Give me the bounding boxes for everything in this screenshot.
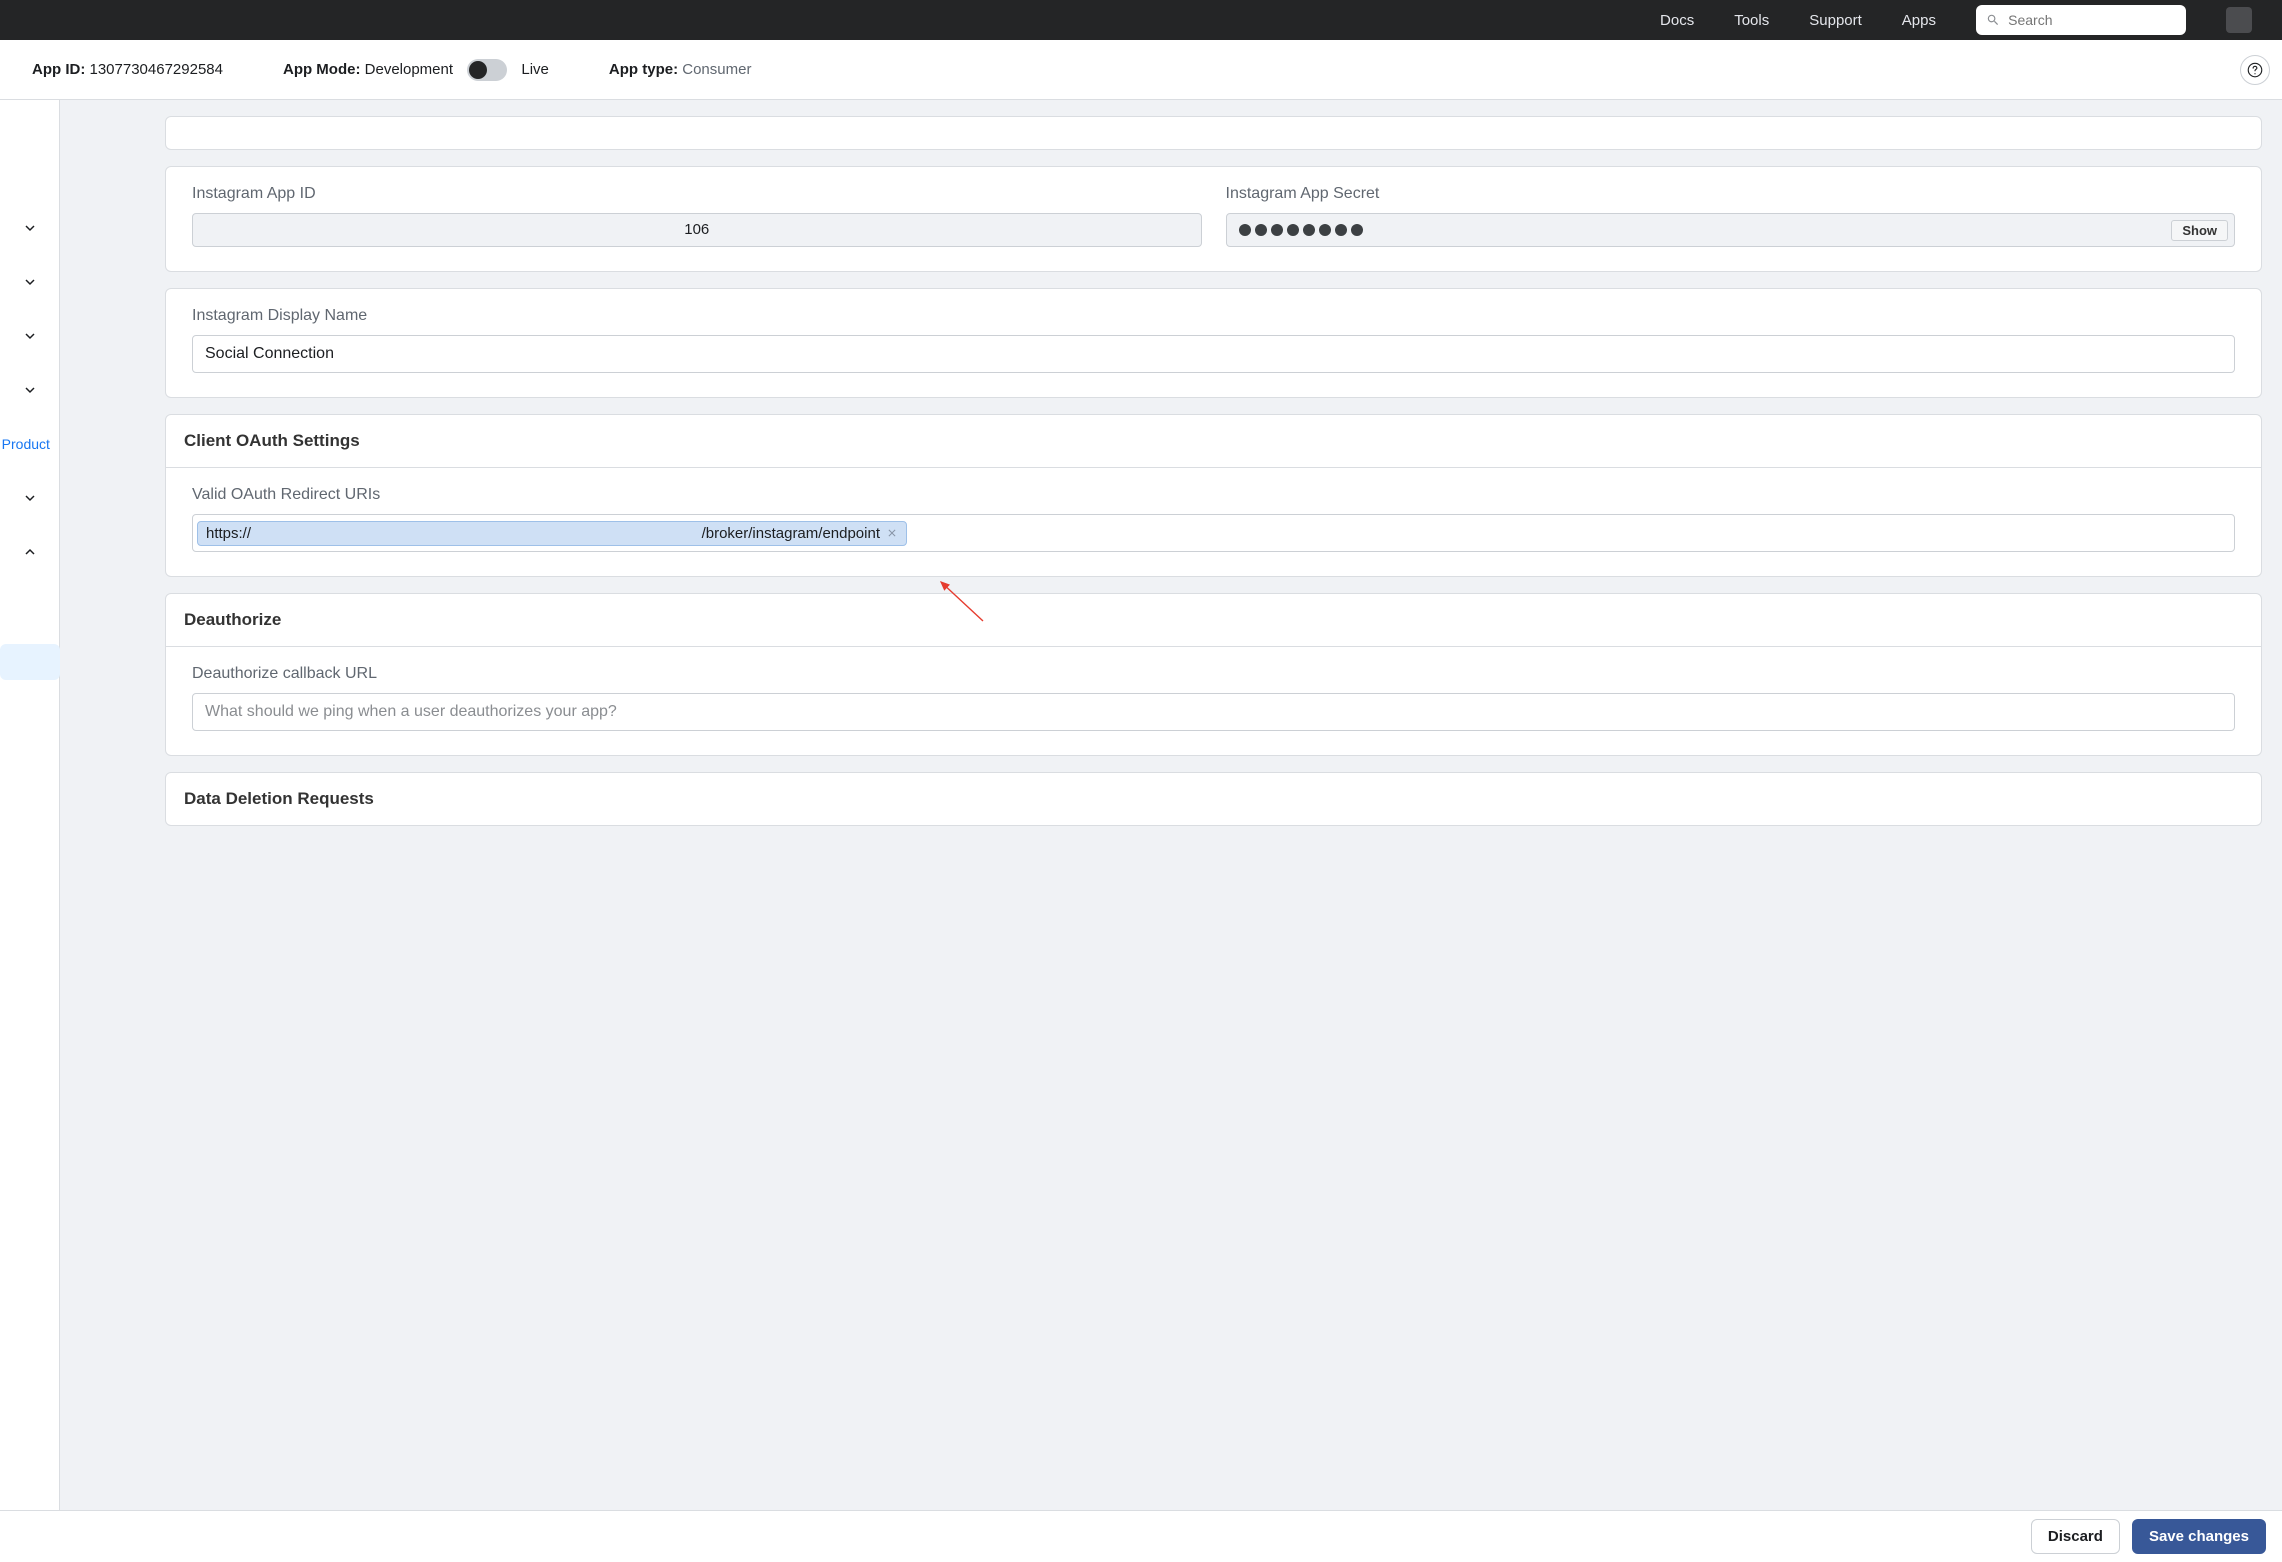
- data-deletion-title: Data Deletion Requests: [166, 773, 2261, 825]
- sidebar: d Product: [0, 100, 60, 1562]
- chevron-down-icon: [26, 334, 34, 338]
- nav-docs[interactable]: Docs: [1660, 12, 1694, 29]
- app-mode-toggle[interactable]: [467, 59, 507, 81]
- sidebar-active-item[interactable]: [0, 644, 60, 680]
- search-icon: [1986, 12, 2000, 28]
- chevron-up-icon: [26, 550, 34, 554]
- app-id-label: App ID:: [32, 61, 85, 78]
- deauthorize-title: Deauthorize: [166, 594, 2261, 647]
- ig-display-name-input[interactable]: [192, 335, 2235, 373]
- sidebar-item-2[interactable]: [22, 274, 38, 290]
- deauthorize-card: Deauthorize Deauthorize callback URL: [165, 593, 2262, 756]
- save-button[interactable]: Save changes: [2132, 1519, 2266, 1554]
- discard-button[interactable]: Discard: [2031, 1519, 2120, 1554]
- nav-tools[interactable]: Tools: [1734, 12, 1769, 29]
- app-mode-label: App Mode:: [283, 60, 360, 77]
- top-nav: Docs Tools Support Apps: [0, 0, 2282, 40]
- add-product-link[interactable]: d Product: [0, 436, 50, 452]
- ig-display-name-card: Instagram Display Name: [165, 288, 2262, 398]
- show-secret-button[interactable]: Show: [2171, 220, 2228, 241]
- app-info-bar: App ID: 1307730467292584 App Mode: Devel…: [0, 40, 2282, 100]
- instagram-app-card: Instagram App ID 106 Instagram App Secre…: [165, 166, 2262, 272]
- oauth-redirect-input[interactable]: https:// /broker/instagram/endpoint: [192, 514, 2235, 552]
- card-strip: [165, 116, 2262, 150]
- help-icon: [2246, 61, 2264, 79]
- nav-apps[interactable]: Apps: [1902, 12, 1936, 29]
- search-box[interactable]: [1976, 5, 2186, 35]
- ig-app-id-label: Instagram App ID: [192, 185, 1202, 203]
- oauth-redirect-token[interactable]: https:// /broker/instagram/endpoint: [197, 521, 907, 546]
- sidebar-item-3[interactable]: [22, 328, 38, 344]
- app-type-label: App type:: [609, 61, 678, 78]
- sidebar-item-6[interactable]: [22, 544, 38, 560]
- ig-app-id-value: 106: [192, 213, 1202, 247]
- search-input[interactable]: [2008, 12, 2176, 28]
- oauth-redirect-label: Valid OAuth Redirect URIs: [192, 486, 2235, 504]
- ig-display-name-label: Instagram Display Name: [192, 307, 2235, 325]
- footer-bar: Discard Save changes: [0, 1510, 2282, 1562]
- chevron-down-icon: [26, 280, 34, 284]
- chevron-down-icon: [26, 226, 34, 230]
- sidebar-item-1[interactable]: [22, 220, 38, 236]
- sidebar-item-5[interactable]: [22, 490, 38, 506]
- close-icon[interactable]: [886, 527, 898, 539]
- app-id-value: 1307730467292584: [90, 61, 223, 78]
- app-mode-live: Live: [521, 60, 549, 77]
- main-panel: Instagram App ID 106 Instagram App Secre…: [60, 100, 2282, 1562]
- app-mode-value: Development: [365, 60, 453, 77]
- chevron-down-icon: [26, 496, 34, 500]
- data-deletion-card: Data Deletion Requests: [165, 772, 2262, 826]
- deauth-callback-label: Deauthorize callback URL: [192, 665, 2235, 683]
- token-prefix: https://: [206, 525, 251, 542]
- deauth-callback-input[interactable]: [192, 693, 2235, 731]
- sidebar-item-4[interactable]: [22, 382, 38, 398]
- token-suffix: /broker/instagram/endpoint: [702, 525, 880, 542]
- client-oauth-card: Client OAuth Settings Valid OAuth Redire…: [165, 414, 2262, 577]
- app-type-value: Consumer: [682, 61, 751, 78]
- ig-app-secret-field: Show: [1226, 213, 2236, 247]
- nav-support[interactable]: Support: [1809, 12, 1862, 29]
- help-button[interactable]: [2240, 55, 2270, 85]
- ig-app-secret-label: Instagram App Secret: [1226, 185, 2236, 203]
- secret-masked: [1239, 224, 1363, 236]
- client-oauth-title: Client OAuth Settings: [166, 415, 2261, 468]
- chevron-down-icon: [26, 388, 34, 392]
- avatar[interactable]: [2226, 7, 2252, 33]
